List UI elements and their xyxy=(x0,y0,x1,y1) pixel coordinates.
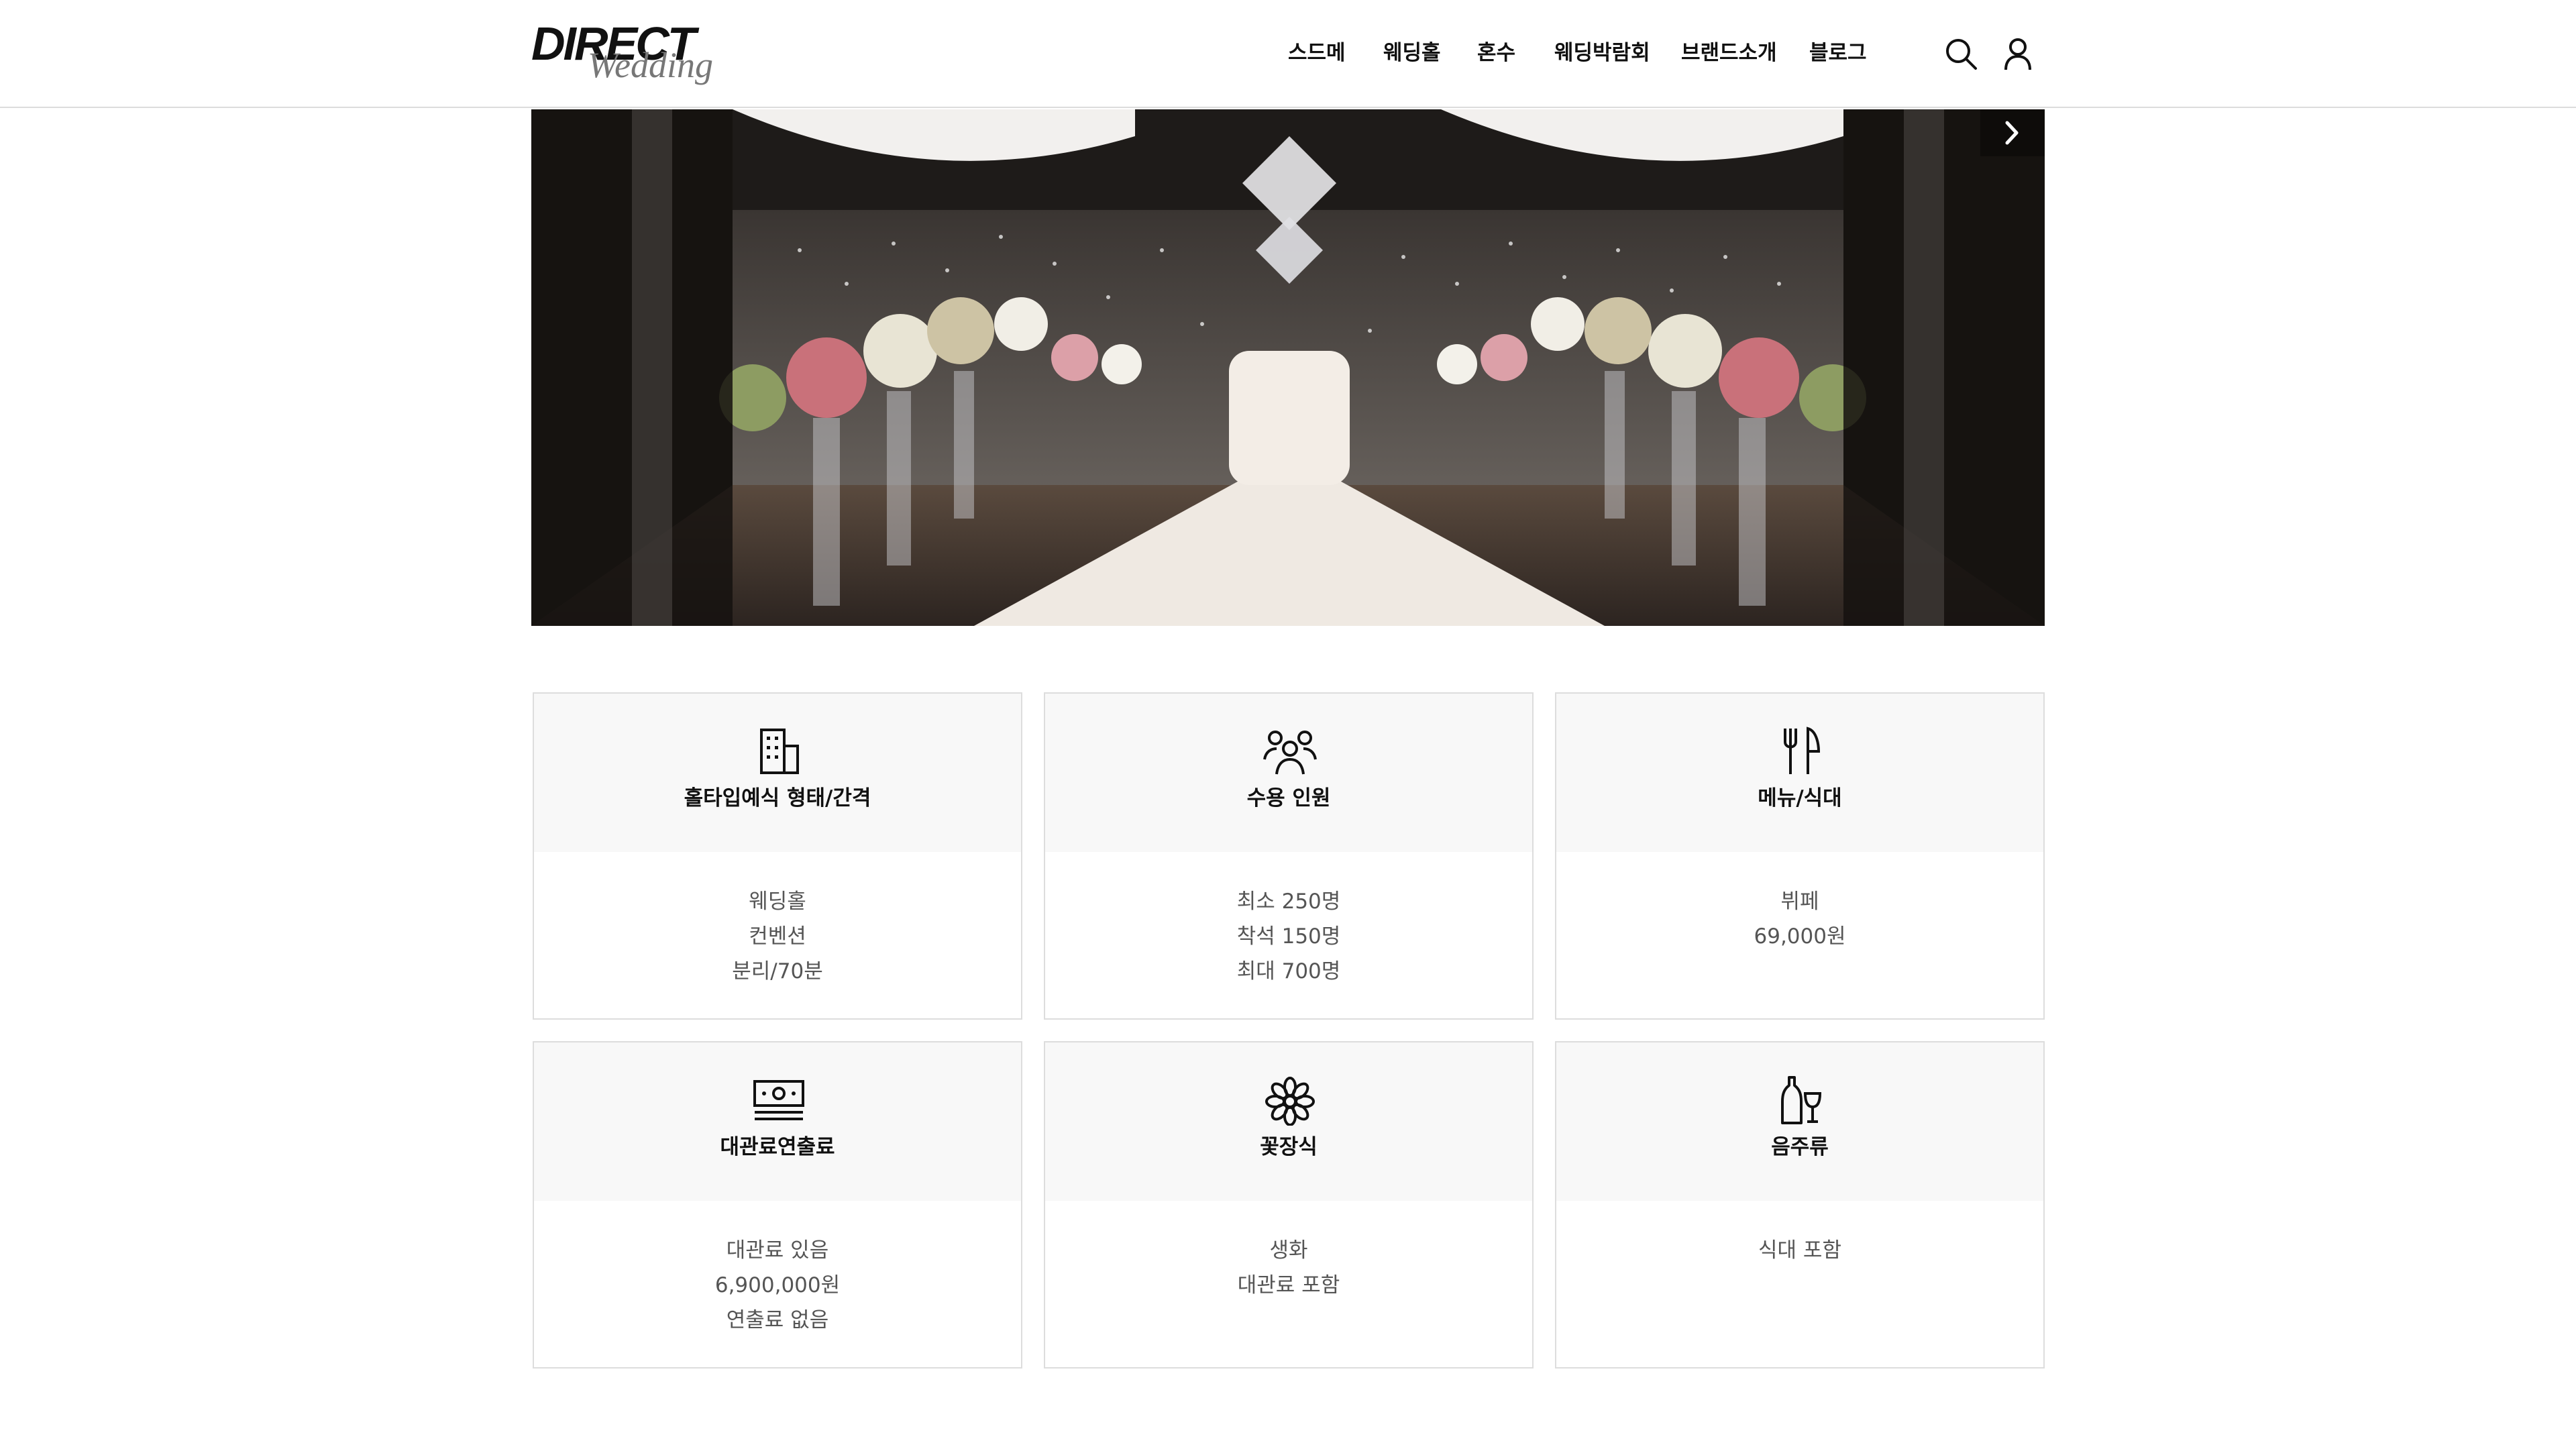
card-header: 수용 인원 xyxy=(1045,694,1532,852)
user-icon[interactable] xyxy=(1999,35,2037,72)
card-line: 생화 xyxy=(1269,1238,1308,1263)
card-header: 홀타입예식 형태/간격 xyxy=(534,694,1021,852)
hero-image xyxy=(531,109,2045,626)
card-title: 수용 인원 xyxy=(1246,786,1331,810)
card-header: 메뉴/식대 xyxy=(1556,694,2043,852)
card-title: 음주류 xyxy=(1771,1135,1829,1159)
card-line: 웨딩홀 xyxy=(749,890,806,914)
card-line: 최대 700명 xyxy=(1236,959,1341,983)
card-title: 홀타입예식 형태/간격 xyxy=(684,786,871,810)
money-icon xyxy=(753,1075,804,1126)
search-icon[interactable] xyxy=(1942,35,1980,72)
card-body: 웨딩홀 컨벤션 분리/70분 xyxy=(534,884,1021,989)
card-body: 대관료 있음 6,900,000원 연출료 없음 xyxy=(534,1233,1021,1338)
info-card-drinks: 음주류 식대 포함 xyxy=(1555,1041,2045,1368)
fork-knife-icon xyxy=(1781,726,1821,777)
card-title: 대관료연출료 xyxy=(720,1135,835,1159)
info-card-flowers: 꽃장식 생화 대관료 포함 xyxy=(1044,1041,1534,1368)
card-body: 최소 250명 착석 150명 최대 700명 xyxy=(1045,884,1532,989)
card-line: 연출료 없음 xyxy=(726,1308,829,1332)
card-header: 대관료연출료 xyxy=(534,1042,1021,1201)
slider-next-button[interactable] xyxy=(1980,109,2045,156)
info-card-menu: 메뉴/식대 뷔페 69,000원 xyxy=(1555,692,2045,1020)
flower-icon xyxy=(1265,1075,1315,1126)
nav-item-brand[interactable]: 브랜드소개 xyxy=(1681,38,1777,68)
card-body: 식대 포함 xyxy=(1556,1233,2043,1268)
people-icon xyxy=(1263,726,1317,777)
nav-item-sdm[interactable]: 스드메 xyxy=(1288,38,1346,68)
main-nav: 스드메 웨딩홀 혼수 웨딩박람회 브랜드소개 블로그 xyxy=(0,38,2576,72)
card-line: 6,900,000원 xyxy=(714,1273,841,1297)
card-line: 대관료 있음 xyxy=(726,1238,829,1263)
building-icon xyxy=(759,726,799,777)
nav-item-blog[interactable]: 블로그 xyxy=(1809,38,1867,68)
card-title: 메뉴/식대 xyxy=(1758,786,1842,810)
card-body: 생화 대관료 포함 xyxy=(1045,1233,1532,1303)
wine-icon xyxy=(1781,1075,1822,1126)
info-card-capacity: 수용 인원 최소 250명 착석 150명 최대 700명 xyxy=(1044,692,1534,1020)
nav-item-wedding-hall[interactable]: 웨딩홀 xyxy=(1383,38,1441,68)
card-line: 착석 150명 xyxy=(1236,924,1341,949)
card-header: 꽃장식 xyxy=(1045,1042,1532,1201)
nav-item-wedding-fair[interactable]: 웨딩박람회 xyxy=(1554,38,1650,68)
card-header: 음주류 xyxy=(1556,1042,2043,1201)
card-line: 컨벤션 xyxy=(749,924,806,949)
card-line: 뷔페 xyxy=(1780,890,1819,914)
card-line: 69,000원 xyxy=(1754,924,1846,949)
card-line: 식대 포함 xyxy=(1758,1238,1841,1263)
info-card-rental-fee: 대관료연출료 대관료 있음 6,900,000원 연출료 없음 xyxy=(533,1041,1022,1368)
card-line: 최소 250명 xyxy=(1236,890,1341,914)
card-line: 분리/70분 xyxy=(732,959,823,983)
nav-item-honsu[interactable]: 혼수 xyxy=(1477,38,1515,68)
card-body: 뷔페 69,000원 xyxy=(1556,884,2043,954)
card-line: 대관료 포함 xyxy=(1237,1273,1340,1297)
chevron-right-icon xyxy=(2005,121,2019,145)
site-header: DIRECT Wedding 스드메 웨딩홀 혼수 웨딩박람회 브랜드소개 블로… xyxy=(0,0,2576,108)
info-card-hall-type: 홀타입예식 형태/간격 웨딩홀 컨벤션 분리/70분 xyxy=(533,692,1022,1020)
card-title: 꽃장식 xyxy=(1260,1135,1318,1159)
